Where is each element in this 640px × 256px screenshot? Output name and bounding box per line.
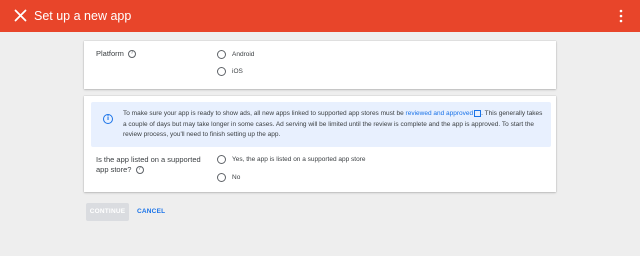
radio-listed-no-label[interactable]: No [232, 173, 240, 182]
info-text: To make sure your app is ready to show a… [123, 109, 543, 141]
platform-label-text: Platform [96, 49, 124, 58]
top-app-bar: Set up a new app [0, 0, 640, 32]
info-text-start: To make sure your app is ready to show a… [123, 110, 406, 117]
platform-card: Platform ? Android iOS [84, 41, 556, 89]
app-store-question-text: Is the app listed on a supported app sto… [96, 155, 201, 174]
radio-ios[interactable] [217, 67, 226, 76]
radio-android[interactable] [217, 50, 226, 59]
reviewed-and-approved-link[interactable]: reviewed and approved [406, 110, 474, 117]
page-title: Set up a new app [34, 9, 132, 23]
cancel-button[interactable]: CANCEL [137, 203, 165, 221]
close-icon[interactable] [14, 9, 27, 22]
radio-listed-no[interactable] [217, 173, 226, 182]
app-store-question: Is the app listed on a supported app sto… [96, 155, 208, 175]
more-vert-icon[interactable] [619, 9, 623, 23]
open-in-new-icon [474, 109, 482, 117]
radio-ios-label[interactable]: iOS [232, 67, 243, 76]
radio-android-label[interactable]: Android [232, 50, 254, 59]
app-store-card: i To make sure your app is ready to show… [84, 96, 556, 192]
platform-label: Platform ? [96, 49, 137, 59]
radio-listed-yes[interactable] [217, 155, 226, 164]
radio-listed-yes-label[interactable]: Yes, the app is listed on a supported ap… [232, 155, 365, 164]
help-icon[interactable]: ? [135, 166, 144, 175]
continue-button[interactable]: CONTINUE [86, 203, 129, 221]
info-icon: i [103, 114, 113, 124]
help-icon[interactable]: ? [128, 50, 137, 59]
info-banner: i To make sure your app is ready to show… [91, 102, 551, 147]
